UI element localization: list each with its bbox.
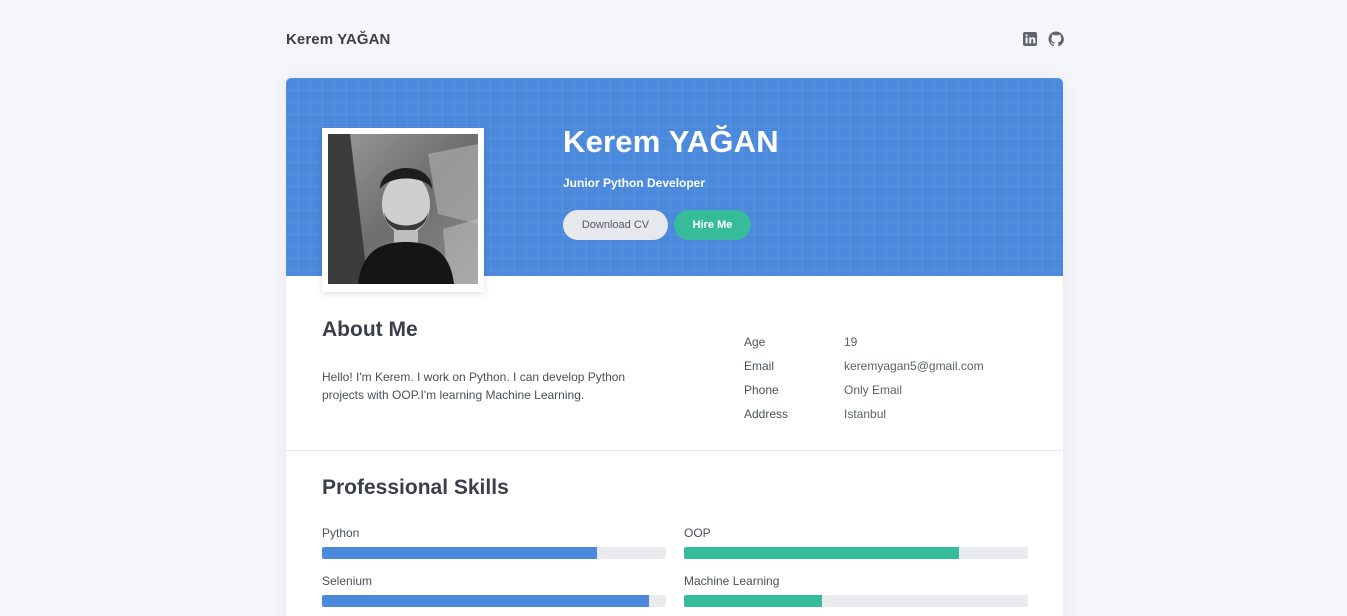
skill-progress-fill <box>322 595 649 607</box>
skill-progress-track <box>322 547 666 559</box>
about-heading: About Me <box>322 318 418 341</box>
skill-item: Python <box>322 525 666 559</box>
info-key: Phone <box>744 383 779 397</box>
info-key: Email <box>744 359 775 373</box>
hero-name: Kerem YAĞAN <box>563 124 779 159</box>
personal-info: Age 19 Email keremyagan5@gmail.com Phone… <box>744 330 1024 426</box>
github-icon <box>1048 31 1064 47</box>
hero-job-title: Junior Python Developer <box>563 176 706 190</box>
skill-label: Python <box>322 526 360 540</box>
info-row-age: Age 19 <box>744 330 1024 354</box>
skill-progress-fill <box>684 595 822 607</box>
skill-progress-track <box>684 595 1028 607</box>
info-row-email: Email keremyagan5@gmail.com <box>744 354 1024 378</box>
skill-label: Machine Learning <box>684 574 780 588</box>
hire-me-button[interactable]: Hire Me <box>674 210 751 240</box>
profile-photo <box>328 134 478 284</box>
download-cv-button[interactable]: Download CV <box>563 210 668 240</box>
skill-progress-track <box>684 547 1028 559</box>
skill-progress-fill <box>322 547 598 559</box>
info-row-address: Address Istanbul <box>744 402 1024 426</box>
linkedin-icon <box>1023 32 1037 46</box>
social-links <box>1022 31 1064 47</box>
info-key: Age <box>744 335 766 349</box>
skill-progress-fill <box>684 547 960 559</box>
top-bar: Kerem YAĞAN <box>286 26 1064 52</box>
skill-item: Selenium <box>322 573 666 607</box>
linkedin-link[interactable] <box>1022 31 1038 47</box>
skill-item: OOP <box>684 525 1028 559</box>
info-value: Only Email <box>844 383 903 397</box>
skill-label: Selenium <box>322 574 373 588</box>
info-value: Istanbul <box>844 407 887 421</box>
info-value[interactable]: keremyagan5@gmail.com <box>844 359 984 373</box>
skills-heading: Professional Skills <box>322 476 509 499</box>
brand-name[interactable]: Kerem YAĞAN <box>286 31 390 48</box>
profile-card: Kerem YAĞAN Junior Python Developer Down… <box>286 78 1063 616</box>
about-text: Hello! I'm Kerem. I work on Python. I ca… <box>322 370 626 402</box>
github-link[interactable] <box>1048 31 1064 47</box>
info-value: 19 <box>844 335 858 349</box>
skill-label: OOP <box>684 526 711 540</box>
section-divider <box>286 450 1063 451</box>
info-row-phone: Phone Only Email <box>744 378 1024 402</box>
skill-item: Machine Learning <box>684 573 1028 607</box>
skill-progress-track <box>322 595 666 607</box>
profile-photo-frame <box>322 128 484 292</box>
info-key: Address <box>744 407 789 421</box>
